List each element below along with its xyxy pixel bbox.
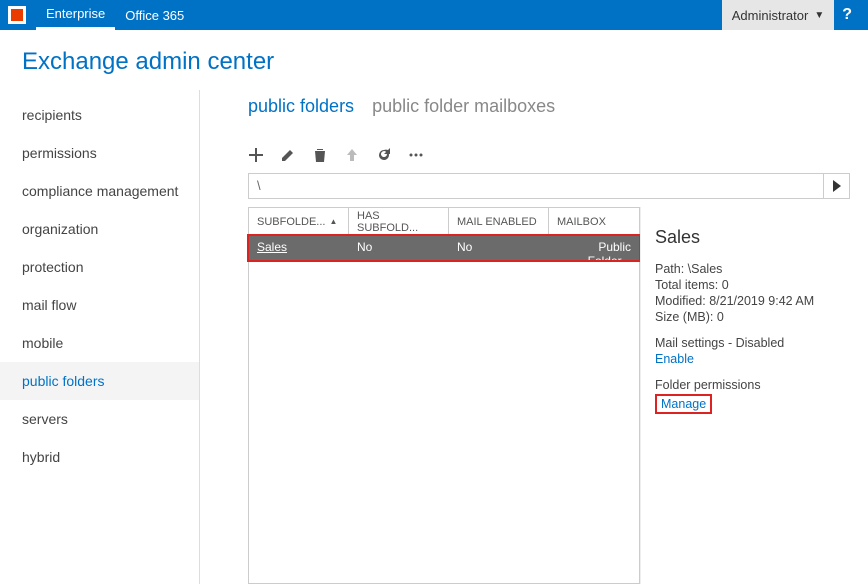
sidebar-item-protection[interactable]: protection bbox=[0, 248, 199, 286]
col-mail-enabled[interactable]: MAIL ENABLED bbox=[449, 208, 549, 235]
enable-link[interactable]: Enable bbox=[655, 352, 694, 366]
details-title: Sales bbox=[655, 227, 838, 248]
sidebar-item-organization[interactable]: organization bbox=[0, 210, 199, 248]
details-total: Total items: 0 bbox=[655, 278, 838, 292]
cell-mailbox: Public Folder... bbox=[549, 236, 639, 260]
sidebar-item-mobile[interactable]: mobile bbox=[0, 324, 199, 362]
sidebar-item-mailflow[interactable]: mail flow bbox=[0, 286, 199, 324]
details-path: Path: \Sales bbox=[655, 262, 838, 276]
content-area: public folders public folder mailboxes \… bbox=[200, 90, 868, 584]
folder-grid: SUBFOLDE...▲ HAS SUBFOLD... MAIL ENABLED… bbox=[248, 207, 640, 584]
more-icon[interactable] bbox=[408, 147, 424, 163]
edit-icon[interactable] bbox=[280, 147, 296, 163]
office-logo-icon bbox=[8, 6, 26, 24]
sidebar-item-servers[interactable]: servers bbox=[0, 400, 199, 438]
grid-header: SUBFOLDE...▲ HAS SUBFOLD... MAIL ENABLED… bbox=[249, 208, 639, 236]
details-mail-settings: Mail settings - Disabled bbox=[655, 336, 838, 350]
tab-public-folders[interactable]: public folders bbox=[248, 96, 354, 117]
path-bar: \ bbox=[248, 173, 850, 199]
page-title: Exchange admin center bbox=[0, 30, 868, 90]
grid-row[interactable]: Sales No No Public Folder... bbox=[249, 236, 639, 260]
manage-link[interactable]: Manage bbox=[655, 394, 712, 414]
content-tabs: public folders public folder mailboxes bbox=[248, 90, 868, 141]
top-tab-office365[interactable]: Office 365 bbox=[115, 0, 194, 30]
top-tab-enterprise[interactable]: Enterprise bbox=[36, 0, 115, 30]
user-menu[interactable]: Administrator ▼ bbox=[722, 0, 834, 30]
col-subfolder[interactable]: SUBFOLDE...▲ bbox=[249, 208, 349, 235]
path-input[interactable]: \ bbox=[249, 174, 823, 198]
cell-subfolder: Sales bbox=[249, 236, 349, 260]
toolbar bbox=[248, 141, 868, 173]
sidebar-item-compliance[interactable]: compliance management bbox=[0, 172, 199, 210]
details-size: Size (MB): 0 bbox=[655, 310, 838, 324]
top-bar: Enterprise Office 365 Administrator ▼ ? bbox=[0, 0, 868, 30]
sidebar-item-publicfolders[interactable]: public folders bbox=[0, 362, 199, 400]
delete-icon[interactable] bbox=[312, 147, 328, 163]
go-button-icon[interactable] bbox=[823, 174, 849, 198]
col-mailbox[interactable]: MAILBOX bbox=[549, 208, 639, 235]
sidebar-item-recipients[interactable]: recipients bbox=[0, 96, 199, 134]
sidebar-item-hybrid[interactable]: hybrid bbox=[0, 438, 199, 476]
refresh-icon[interactable] bbox=[376, 147, 392, 163]
help-icon[interactable]: ? bbox=[842, 6, 852, 24]
caret-down-icon: ▼ bbox=[814, 10, 824, 21]
sidebar-item-permissions[interactable]: permissions bbox=[0, 134, 199, 172]
tab-public-folder-mailboxes[interactable]: public folder mailboxes bbox=[372, 96, 555, 117]
details-folder-permissions: Folder permissions bbox=[655, 378, 838, 392]
cell-has-sub: No bbox=[349, 236, 449, 260]
add-icon[interactable] bbox=[248, 147, 264, 163]
sidebar: recipients permissions compliance manage… bbox=[0, 90, 200, 584]
user-label: Administrator bbox=[732, 8, 809, 23]
up-icon[interactable] bbox=[344, 147, 360, 163]
details-modified: Modified: 8/21/2019 9:42 AM bbox=[655, 294, 838, 308]
col-has-subfolders[interactable]: HAS SUBFOLD... bbox=[349, 208, 449, 235]
details-pane: Sales Path: \Sales Total items: 0 Modifi… bbox=[640, 207, 850, 584]
sort-asc-icon: ▲ bbox=[329, 217, 337, 226]
cell-mail-enabled: No bbox=[449, 236, 549, 260]
